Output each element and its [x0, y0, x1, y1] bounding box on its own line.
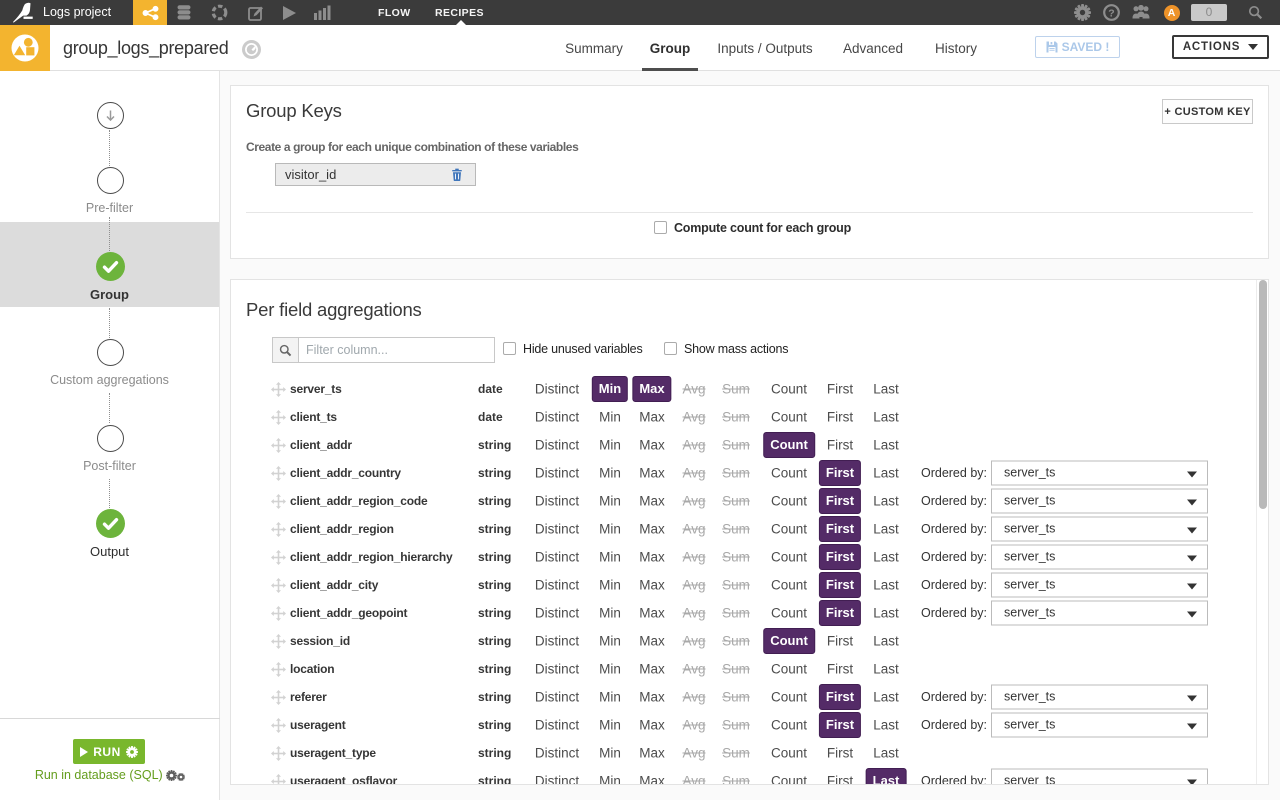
- svg-text:?: ?: [1108, 7, 1114, 19]
